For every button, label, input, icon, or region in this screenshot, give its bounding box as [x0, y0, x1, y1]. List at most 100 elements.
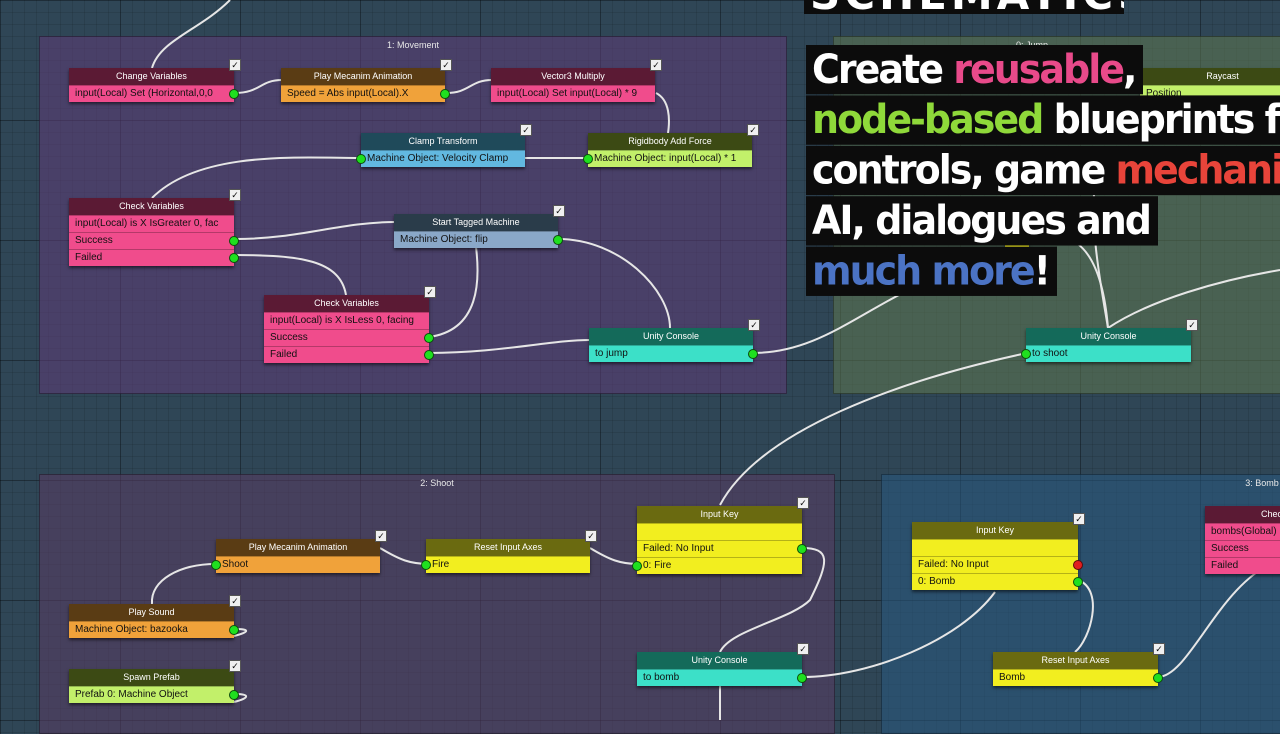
enable-checkbox[interactable]: ✓: [553, 205, 565, 217]
enable-checkbox[interactable]: ✓: [1153, 643, 1165, 655]
node-title: Input Key: [700, 509, 739, 519]
enable-checkbox[interactable]: ✓: [229, 595, 241, 607]
enable-checkbox[interactable]: ✓: [229, 660, 241, 672]
node-title: Unity Console: [691, 655, 748, 665]
output-socket[interactable]: [424, 333, 434, 343]
output-socket[interactable]: [797, 544, 807, 554]
node-reset-input-axes[interactable]: Reset Input Axes ✓ Fire: [421, 530, 597, 573]
enable-checkbox[interactable]: ✓: [585, 530, 597, 542]
node-unity-console[interactable]: Unity Console ✓ to shoot: [1021, 319, 1198, 362]
enable-checkbox[interactable]: ✓: [440, 59, 452, 71]
node-row-failed: Failed: [1211, 560, 1239, 571]
enable-checkbox[interactable]: ✓: [520, 124, 532, 136]
node-title: Unity Console: [642, 331, 700, 341]
promo-headline: Create reusable, node-based blueprints f…: [806, 45, 1280, 297]
node-play-mecanim-animation[interactable]: Play Mecanim Animation ✓ Shoot: [211, 530, 387, 573]
node-check-variables[interactable]: Check Variables ✓ input(Local) is X IsGre…: [69, 189, 241, 266]
output-socket[interactable]: [1153, 673, 1163, 683]
output-socket[interactable]: [553, 235, 563, 245]
node-title: Reset Input Axes: [473, 542, 543, 552]
node-title: Change Variables: [116, 71, 187, 81]
node-start-tagged-machine[interactable]: Start Tagged Machine ✓ Machine Object: fl…: [394, 205, 565, 248]
node-title: Input Key: [975, 525, 1015, 535]
wire: [655, 92, 670, 134]
output-socket[interactable]: [424, 350, 434, 360]
node-row: input(Local) is X IsLess 0, facing: [270, 315, 414, 326]
node-vector3-multiply[interactable]: Vector3 Multiply ✓ input(Local) Set input…: [491, 59, 662, 102]
enable-checkbox[interactable]: ✓: [1073, 513, 1085, 525]
node-row: bombs(Global): [1211, 526, 1277, 537]
promo-text: ,: [1123, 46, 1138, 93]
node-title: Play Mecanim Animation: [248, 542, 348, 552]
enable-checkbox[interactable]: ✓: [797, 497, 809, 509]
output-socket[interactable]: [229, 89, 239, 99]
node-row: Fire: [432, 559, 450, 570]
output-socket[interactable]: [229, 236, 239, 246]
output-socket[interactable]: [1073, 577, 1083, 587]
node-row: Shoot: [222, 559, 249, 570]
enable-checkbox[interactable]: ✓: [747, 124, 759, 136]
input-socket[interactable]: [356, 154, 366, 164]
node-unity-console[interactable]: Unity Console ✓ to jump: [589, 319, 760, 362]
node-row: Speed = Abs input(Local).X: [287, 88, 409, 99]
node-unity-console[interactable]: Unity Console ✓ to bomb: [637, 643, 809, 686]
node-check-variables[interactable]: Check Variables ✓ input(Local) is X IsLes…: [264, 286, 436, 363]
promo-highlight-reusable: reusable: [953, 46, 1125, 93]
output-socket[interactable]: [797, 673, 807, 683]
wire: [1157, 559, 1280, 678]
enable-checkbox[interactable]: ✓: [797, 643, 809, 655]
output-socket[interactable]: [229, 253, 239, 263]
node-play-sound[interactable]: Play Sound ✓ Machine Object: bazooka: [69, 595, 241, 638]
node-title: Rigidbody Add Force: [628, 136, 712, 146]
node-check[interactable]: Check bombs(Global) Success Failed: [1205, 506, 1280, 574]
wire: [234, 221, 396, 240]
node-row: Machine Object: input(Local) * 1: [594, 153, 737, 164]
node-row-failed: Failed: No Input: [918, 559, 989, 570]
output-socket[interactable]: [440, 89, 450, 99]
node-reset-input-axes[interactable]: Reset Input Axes ✓ Bomb: [993, 643, 1165, 686]
enable-checkbox[interactable]: ✓: [1186, 319, 1198, 331]
wire: [801, 591, 996, 678]
enable-checkbox[interactable]: ✓: [229, 189, 241, 201]
promo-text: AI, dialogues and: [812, 197, 1152, 244]
node-input-key[interactable]: Input Key ✓ Failed: No Input 0: Fire: [632, 497, 809, 574]
enable-checkbox[interactable]: ✓: [650, 59, 662, 71]
output-socket[interactable]: [229, 625, 239, 635]
node-title: Clamp Transform: [408, 136, 478, 146]
output-socket[interactable]: [229, 690, 239, 700]
node-row-key: 0: Fire: [643, 560, 672, 571]
output-socket[interactable]: [748, 349, 758, 359]
node-play-mecanim-animation[interactable]: Play Mecanim Animation ✓ Speed = Abs inpu…: [281, 59, 452, 102]
node-clamp-transform[interactable]: Clamp Transform ✓ Machine Object: Velocit…: [356, 124, 532, 167]
enable-checkbox[interactable]: ✓: [748, 319, 760, 331]
node-row-success: Success: [270, 332, 308, 343]
node-change-variables[interactable]: Change Variables ✓ input(Local) Set (Hori…: [69, 59, 241, 102]
input-socket[interactable]: [632, 561, 642, 571]
wire: [557, 238, 671, 329]
wire: [234, 254, 347, 296]
node-row-failed: Failed: No Input: [643, 543, 714, 554]
output-socket[interactable]: [1073, 560, 1083, 570]
node-spawn-prefab[interactable]: Spawn Prefab ✓ Prefab 0: Machine Object: [69, 660, 241, 703]
node-rigidbody-add-force[interactable]: Rigidbody Add Force ✓ Machine Object: inp…: [583, 124, 759, 167]
node-title: Reset Input Axes: [1041, 655, 1110, 665]
enable-checkbox[interactable]: ✓: [375, 530, 387, 542]
wire: [428, 339, 591, 354]
enable-checkbox[interactable]: ✓: [424, 286, 436, 298]
wire: [428, 246, 479, 338]
promo-highlight-much-more: much more: [812, 247, 1036, 294]
input-socket[interactable]: [1021, 349, 1031, 359]
input-socket[interactable]: [211, 560, 221, 570]
wire: [445, 79, 493, 94]
node-row-failed: Failed: [75, 252, 103, 263]
promo-highlight-mechanics: mechanics: [1115, 146, 1280, 194]
node-input-key[interactable]: Input Key ✓ Failed: No Input 0: Bomb: [912, 513, 1085, 590]
node-row: Machine Object: bazooka: [75, 624, 188, 635]
enable-checkbox[interactable]: ✓: [229, 59, 241, 71]
promo-line: Create reusable,: [806, 45, 1144, 95]
promo-line: much more!: [806, 246, 1058, 296]
input-socket[interactable]: [421, 560, 431, 570]
node-title: Check Variables: [314, 298, 379, 308]
node-title: Check Variables: [119, 201, 184, 211]
input-socket[interactable]: [583, 154, 593, 164]
